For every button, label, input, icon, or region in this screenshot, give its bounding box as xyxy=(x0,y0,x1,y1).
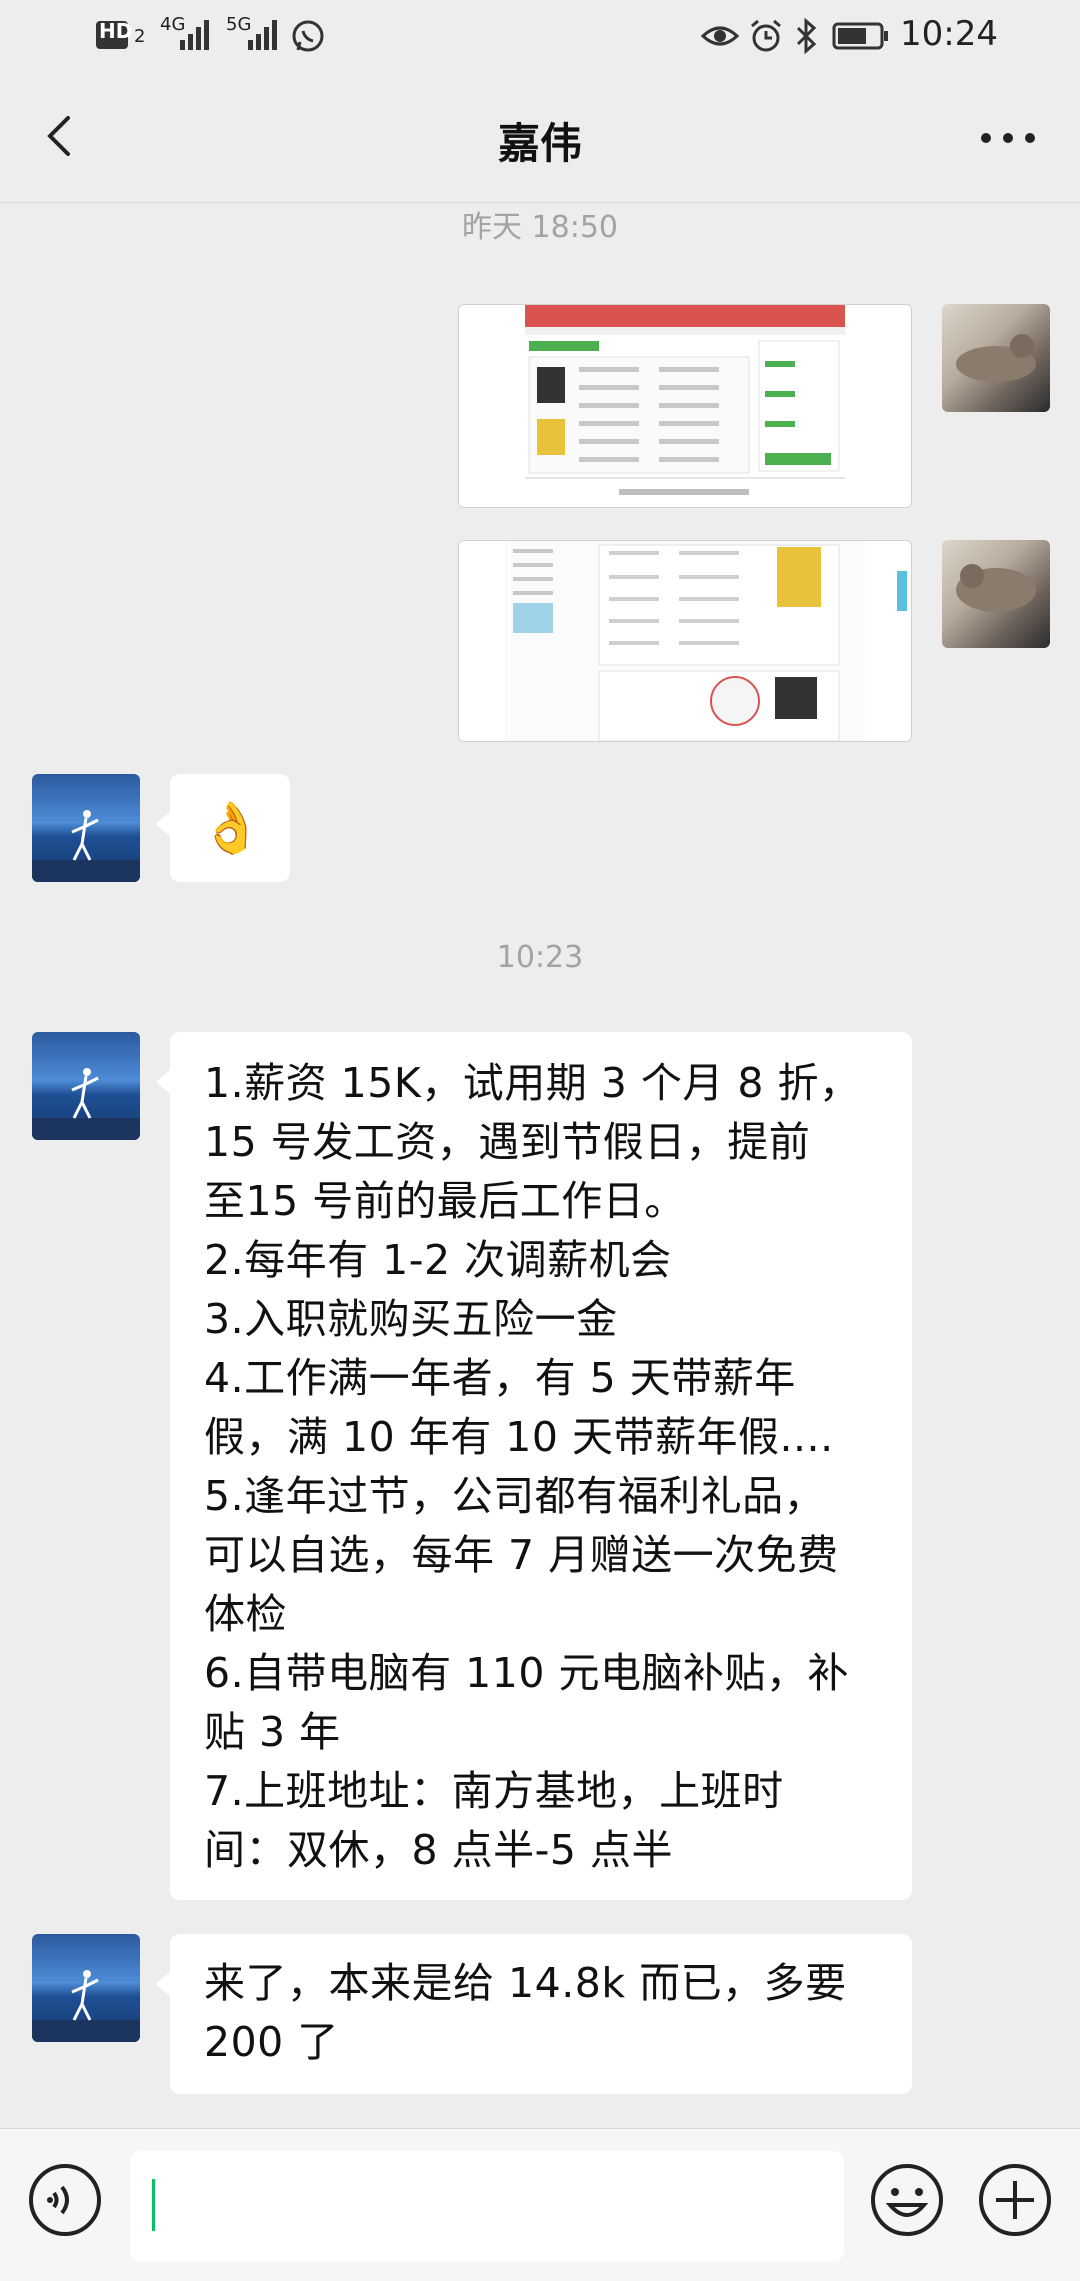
message-line: 贴 3 年 xyxy=(204,1708,341,1756)
message-input[interactable] xyxy=(130,2151,844,2261)
image-message-form[interactable] xyxy=(458,540,912,742)
message-line: 间：双休，8 点半-5 点半 xyxy=(204,1826,674,1874)
message-line: 可以自选，每年 7 月赠送一次免费 xyxy=(204,1531,839,1579)
message-line: 4.工作满一年者，有 5 天带薪年 xyxy=(204,1354,796,1402)
bluetooth-icon xyxy=(792,17,820,58)
message-line: 1.薪资 15K，试用期 3 个月 8 折， xyxy=(204,1059,861,1107)
voice-button[interactable] xyxy=(26,2161,104,2243)
message-line: 来了，本来是给 14.8k 而已，多要 xyxy=(204,1959,847,2007)
contact-avatar-3[interactable] xyxy=(32,1934,140,2042)
message-line: 7.上班地址：南方基地，上班时 xyxy=(204,1767,784,1815)
message-line: 15 号发工资，遇到节假日，提前 xyxy=(204,1118,811,1166)
message-emoji[interactable]: 👌 xyxy=(156,774,290,882)
survey-screenshot-thumbnail xyxy=(459,305,911,507)
form-screenshot-thumbnail xyxy=(459,541,911,741)
5g-signal-icon xyxy=(244,18,284,58)
contact-avatar[interactable] xyxy=(32,774,140,882)
message-offer-details[interactable]: 1.薪资 15K，试用期 3 个月 8 折， 15 号发工资，遇到节假日，提前 … xyxy=(156,1032,912,1900)
whatsapp-icon xyxy=(290,18,326,58)
message-line: 200 了 xyxy=(204,2018,339,2066)
my-avatar[interactable] xyxy=(942,304,1050,412)
image-message-survey[interactable] xyxy=(458,304,912,508)
sea-photo xyxy=(32,1970,140,2042)
my-avatar-2[interactable] xyxy=(942,540,1050,648)
input-bar xyxy=(0,2128,1080,2281)
message-line: 体检 xyxy=(204,1590,287,1638)
battery-icon xyxy=(832,18,890,58)
plus-button[interactable] xyxy=(976,2161,1054,2243)
alarm-icon xyxy=(748,18,784,58)
status-time: 10:24 xyxy=(900,14,998,54)
chat-header: 嘉伟 xyxy=(0,74,1080,203)
message-line: 5.逢年过节，公司都有福利礼品， xyxy=(204,1472,826,1520)
contact-avatar-2[interactable] xyxy=(32,1032,140,1140)
network-sub: 2 xyxy=(134,26,146,47)
more-button[interactable] xyxy=(972,110,1044,166)
sea-photo xyxy=(32,810,140,882)
network-badge: HD xyxy=(99,19,133,43)
timestamp-today: 10:23 xyxy=(496,940,584,975)
eye-icon xyxy=(700,18,740,58)
cat-photo xyxy=(956,334,1036,382)
more-dots-icon xyxy=(981,133,1035,143)
timestamp-yesterday: 昨天 18:50 xyxy=(462,210,618,245)
text-cursor xyxy=(152,2179,155,2231)
plus-icon xyxy=(979,2164,1051,2236)
message-line: 假，满 10 年有 10 天带薪年假.... xyxy=(204,1413,834,1461)
4g-signal-icon xyxy=(176,18,216,58)
message-line: 6.自带电脑有 110 元电脑补贴，补 xyxy=(204,1649,849,1697)
message-line: 3.入职就购买五险一金 xyxy=(204,1295,618,1343)
ok-hand-emoji: 👌 xyxy=(200,799,263,857)
voice-icon xyxy=(29,2164,101,2236)
emoji-button[interactable] xyxy=(868,2161,946,2243)
message-raise-note[interactable]: 来了，本来是给 14.8k 而已，多要 200 了 xyxy=(156,1934,912,2094)
emoji-icon xyxy=(871,2164,943,2236)
status-bar: HD 2 4G 5G 10:24 xyxy=(0,0,1080,74)
message-line: 2.每年有 1-2 次调薪机会 xyxy=(204,1236,672,1284)
cat-photo xyxy=(956,564,1036,612)
chat-title: 嘉伟 xyxy=(497,119,582,168)
sea-photo xyxy=(32,1068,140,1140)
message-line: 至15 号前的最后工作日。 xyxy=(204,1177,686,1225)
